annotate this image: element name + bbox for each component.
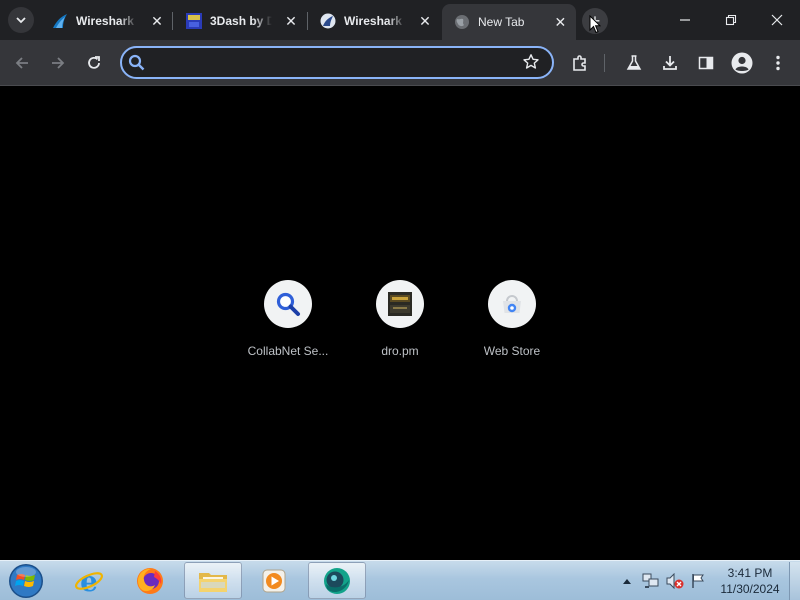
show-desktop-button[interactable] — [789, 562, 800, 600]
taskbar-browser[interactable] — [308, 562, 366, 599]
downloads-button[interactable] — [656, 49, 684, 77]
tab-separator — [172, 12, 173, 30]
menu-button[interactable] — [764, 49, 792, 77]
taskbar-firefox[interactable] — [121, 562, 179, 599]
show-hidden-icons-button[interactable] — [620, 561, 634, 600]
volume-muted-icon — [666, 573, 684, 589]
wireshark-fin-icon — [52, 13, 68, 29]
windows-orb-icon — [9, 564, 43, 598]
tab-title: Wireshark · Go Deep — [76, 14, 138, 28]
tray-network[interactable] — [640, 561, 662, 600]
new-tab-page: CollabNet Se... dro.pm Web Store — [0, 87, 800, 560]
browser-toolbar — [0, 40, 800, 86]
screen: Wireshark · Go Deep ✕ 3Dash by DelugeDro… — [0, 0, 800, 600]
shortcut-tile[interactable] — [376, 280, 424, 328]
download-icon — [663, 56, 677, 70]
globe-icon — [454, 14, 470, 30]
internet-explorer-icon: e — [75, 566, 103, 596]
svg-text:e: e — [80, 566, 98, 596]
shortcut-label: Web Store — [483, 344, 541, 358]
start-button[interactable] — [6, 562, 46, 600]
tab-wireshark-godeep[interactable]: Wireshark · Go Deep ✕ — [40, 6, 174, 36]
windows-taskbar: e 3:41 PM 11/30/2024 — [0, 560, 800, 600]
shortcut-collabnet[interactable]: CollabNet Se... — [233, 280, 343, 358]
profile-button[interactable] — [728, 49, 756, 77]
tray-volume[interactable] — [664, 561, 686, 600]
address-bar[interactable] — [120, 46, 554, 79]
tray-action-center[interactable] — [688, 561, 708, 600]
puzzle-icon — [573, 55, 586, 71]
close-tab-button[interactable]: ✕ — [282, 12, 300, 30]
taskbar-media-player[interactable] — [245, 562, 303, 599]
close-window-button[interactable] — [754, 0, 800, 40]
reload-button[interactable] — [80, 49, 108, 77]
shortcut-label: dro.pm — [381, 344, 419, 358]
close-tab-button[interactable]: ✕ — [553, 13, 568, 31]
magnifier-icon — [276, 292, 300, 316]
close-icon — [771, 14, 783, 26]
reload-icon — [88, 56, 100, 69]
side-panel-button[interactable] — [692, 49, 720, 77]
media-player-icon — [262, 569, 286, 592]
avatar-icon — [731, 52, 753, 74]
forward-button[interactable] — [44, 49, 72, 77]
side-panel-icon — [698, 56, 714, 70]
back-button[interactable] — [8, 49, 36, 77]
toolbar-divider — [604, 54, 605, 72]
tab-wireshark-442[interactable]: Wireshark 4.4.2 ✕ — [308, 6, 442, 36]
tab-title: 3Dash by DelugeDrop — [210, 14, 272, 28]
address-input[interactable] — [152, 52, 512, 74]
tab-search-button[interactable] — [8, 7, 34, 33]
tab-title: Wireshark 4.4.2 — [344, 14, 406, 28]
folder-icon — [199, 572, 227, 592]
tab-new-tab[interactable]: New Tab ✕ — [442, 4, 576, 40]
arrow-left-icon — [15, 57, 28, 69]
search-icon — [128, 54, 145, 71]
tab-title: New Tab — [478, 15, 525, 29]
close-tab-button[interactable]: ✕ — [148, 12, 166, 30]
extensions-button[interactable] — [566, 49, 594, 77]
chromium-like-browser-icon — [324, 567, 350, 594]
firefox-icon — [137, 567, 163, 594]
wireshark-logo-icon — [320, 13, 336, 29]
minimize-icon — [680, 19, 690, 21]
tab-3dash[interactable]: 3Dash by DelugeDrop ✕ — [174, 6, 308, 36]
clock-date: 11/30/2024 — [720, 582, 780, 596]
taskbar-internet-explorer[interactable]: e — [60, 562, 118, 599]
labs-button[interactable] — [620, 49, 648, 77]
clock-time: 3:41 PM — [727, 566, 773, 580]
caret-up-icon — [623, 579, 631, 584]
network-icon — [642, 573, 659, 588]
shortcut-tile[interactable] — [488, 280, 536, 328]
arrow-right-icon — [52, 57, 65, 69]
tab-strip: Wireshark · Go Deep ✕ 3Dash by DelugeDro… — [0, 0, 800, 40]
mouse-cursor-icon — [589, 15, 601, 34]
flag-icon — [692, 574, 704, 588]
bookmark-star-icon[interactable] — [522, 53, 540, 71]
dro-pm-icon — [388, 292, 412, 316]
close-tab-button[interactable]: ✕ — [416, 12, 434, 30]
minimize-button[interactable] — [662, 0, 708, 40]
taskbar-clock[interactable]: 3:41 PM 11/30/2024 — [712, 565, 788, 597]
3dash-icon — [186, 13, 202, 29]
restore-icon — [725, 14, 737, 26]
restore-button[interactable] — [708, 0, 754, 40]
shortcut-dro-pm[interactable]: dro.pm — [345, 280, 455, 358]
kebab-menu-icon — [776, 55, 780, 71]
shortcut-label: CollabNet Se... — [247, 344, 329, 358]
shortcut-web-store[interactable]: Web Store — [457, 280, 567, 358]
web-store-icon — [503, 295, 521, 313]
chevron-down-icon — [16, 17, 26, 24]
taskbar-file-explorer[interactable] — [184, 562, 242, 599]
flask-icon — [626, 55, 642, 70]
shortcut-tile[interactable] — [264, 280, 312, 328]
